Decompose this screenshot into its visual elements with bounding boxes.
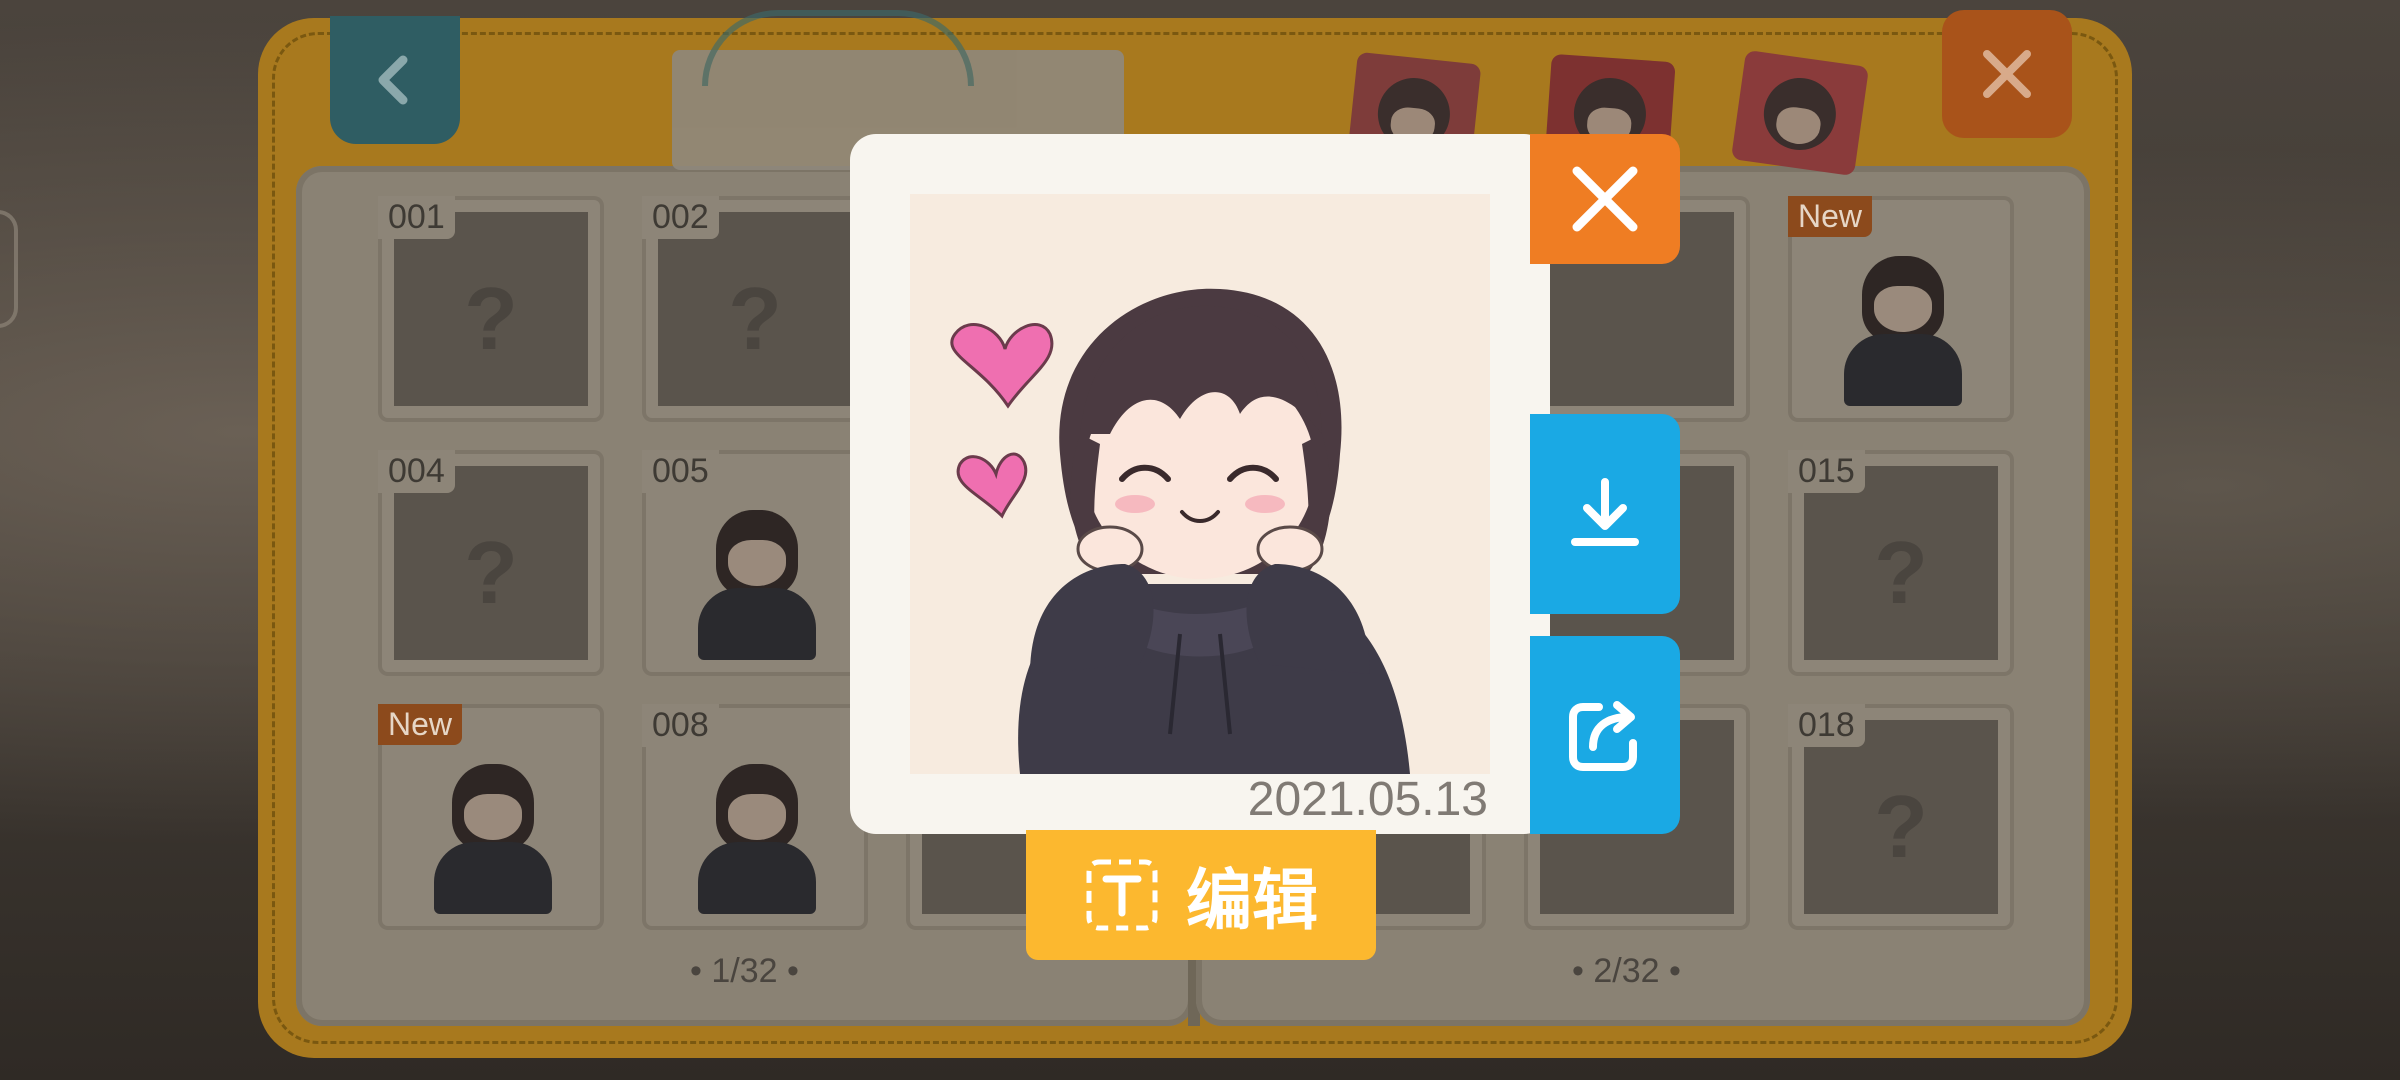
sticker-character-art (910, 194, 1490, 774)
edit-label: 编辑 (1186, 863, 1318, 937)
sticker-card[interactable]: New (1788, 196, 2014, 422)
sticker-card[interactable]: 008 (642, 704, 868, 930)
download-button[interactable] (1530, 414, 1680, 614)
download-icon (1571, 478, 1639, 546)
text-edit-icon (1086, 859, 1158, 931)
sticker-card[interactable]: ? 015 (1788, 450, 2014, 676)
share-button[interactable] (1530, 636, 1680, 834)
locked-mark: ? (728, 269, 782, 368)
sticker-number: 018 (1788, 704, 1865, 747)
sticker-character-art (692, 510, 822, 660)
edit-button[interactable]: 编辑 (1026, 830, 1376, 960)
sticker-number: 002 (642, 196, 719, 239)
right-page-indicator: • 2/32 • (1572, 952, 1681, 990)
side-hex-decoration (0, 210, 18, 328)
sticker-number: 008 (642, 704, 719, 747)
album-tab-3[interactable] (1730, 49, 1870, 177)
dialog-close-button[interactable] (1530, 134, 1680, 264)
close-icon (1572, 166, 1638, 232)
share-icon (1569, 701, 1637, 771)
sticker-number: 004 (378, 450, 455, 493)
sticker-card[interactable]: 005 (642, 450, 868, 676)
locked-mark: ? (1874, 523, 1928, 622)
sticker-card[interactable]: ? 001 (378, 196, 604, 422)
sticker-character-art (428, 764, 558, 914)
close-icon (1983, 50, 2031, 98)
sticker-number: 005 (642, 450, 719, 493)
sticker-number: 015 (1788, 450, 1865, 493)
back-button[interactable] (330, 16, 460, 144)
new-badge: New (1788, 196, 1873, 237)
new-badge: New (378, 704, 463, 745)
sticker-preview-image (910, 194, 1490, 774)
sticker-card[interactable]: ? 002 (642, 196, 868, 422)
chevron-left-icon (378, 55, 408, 105)
sticker-date: 2021.05.13 (1247, 773, 1488, 826)
sticker-number: 001 (378, 196, 455, 239)
left-page-indicator: • 1/32 • (690, 952, 799, 990)
sticker-character-art (692, 764, 822, 914)
album-close-button[interactable] (1942, 10, 2072, 138)
sticker-character-art (1838, 256, 1968, 406)
locked-mark: ? (464, 523, 518, 622)
locked-mark: ? (464, 269, 518, 368)
sticker-card[interactable]: ? 018 (1788, 704, 2014, 930)
locked-mark: ? (1874, 777, 1928, 876)
sticker-card[interactable]: ? 004 (378, 450, 604, 676)
sticker-card[interactable]: New (378, 704, 604, 930)
